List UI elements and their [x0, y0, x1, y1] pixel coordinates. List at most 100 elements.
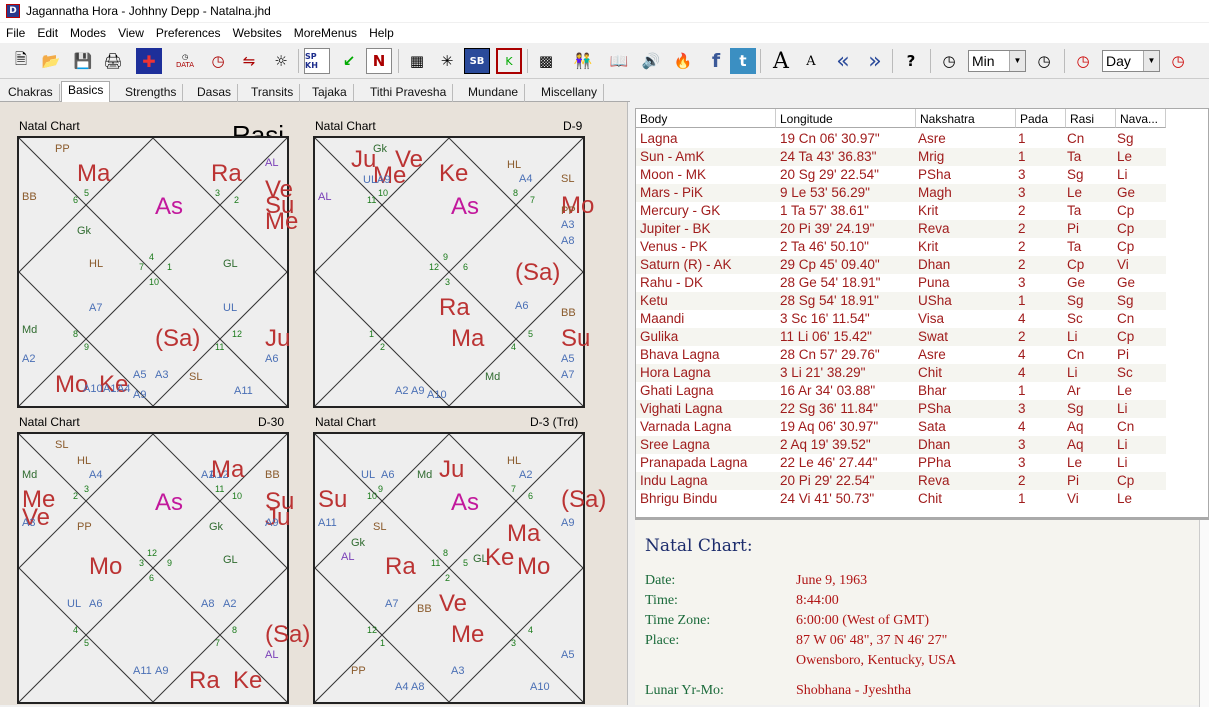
n-icon[interactable]: N	[366, 48, 392, 74]
step-back-clock-icon[interactable]: ◷	[936, 48, 962, 74]
chart-entry: 11	[215, 342, 225, 352]
k-box-icon[interactable]: K	[496, 48, 522, 74]
col-header-longitude[interactable]: Longitude	[776, 109, 916, 128]
trimsamsa-chart[interactable]: SL HL A4 Md 2 3 Me Ve A3 As A1 A12 Ma 11 10 BB Su Ju A9 PP G…	[17, 432, 310, 704]
tab-strengths[interactable]: Strengths	[119, 84, 184, 102]
table-row[interactable]: Bhava Lagna 28 Cn 57' 29.76" Asre 4 Cn Pi	[636, 346, 1166, 364]
facebook-icon[interactable]: f	[703, 48, 729, 74]
people-icon[interactable]: 👫	[570, 48, 596, 74]
time-step-select[interactable]: Min ▼	[968, 50, 1026, 72]
person-sound-icon[interactable]: 🔊	[638, 48, 664, 74]
font-larger-icon[interactable]: A	[768, 48, 794, 74]
navamsa-chart[interactable]: Gk Ju Ve Me UL A9 10 11 AL Ke As HL A4 8 7 SL Mo PP A3 A8 12…	[313, 136, 594, 408]
col-header-navamsa[interactable]: Nava...	[1116, 109, 1166, 128]
menu-moremenus[interactable]: MoreMenus	[288, 26, 363, 40]
chart-entry: 6	[463, 262, 469, 272]
table-cell: 29 Cp 45' 09.40"	[780, 257, 880, 272]
tab-dasas[interactable]: Dasas	[191, 84, 239, 102]
chart-entry: Gk	[351, 537, 366, 549]
table-row[interactable]: Ketu 28 Sg 54' 18.91" USha 1 Sg Sg	[636, 292, 1166, 310]
table-row[interactable]: Moon - MK 20 Sg 29' 22.54" PSha 3 Sg Li	[636, 166, 1166, 184]
prev-double-icon[interactable]: «	[830, 48, 856, 74]
pane-splitter[interactable]	[627, 102, 635, 705]
chart-icon[interactable]: ✚	[136, 48, 162, 74]
table-row[interactable]: Hora Lagna 3 Li 21' 38.29" Chit 4 Li Sc	[636, 364, 1166, 382]
table-row[interactable]: Pranapada Lagna 22 Le 46' 27.44" PPha 3 Le Li	[636, 454, 1166, 472]
menu-view[interactable]: View	[112, 26, 150, 40]
open-folder-icon[interactable]: 📂	[38, 48, 64, 74]
chart-entry: 4	[73, 625, 79, 635]
table-cell: 28 Sg 54' 18.91"	[780, 293, 879, 308]
table-cell: 11 Li 06' 15.42"	[780, 329, 872, 344]
tab-tithi-pravesha[interactable]: Tithi Pravesha	[364, 84, 454, 102]
rasi-chart[interactable]: PP Ma 5 6 BB As Ra 3 2 AL Ve Su Me Gk HL 7 4 1 10 GL A7 UL Md 8…	[17, 136, 298, 408]
tab-miscellany[interactable]: Miscellany	[535, 84, 605, 102]
table-cell: Dhan	[918, 257, 951, 272]
menu-file[interactable]: File	[0, 26, 31, 40]
compass-icon[interactable]: ☼	[268, 48, 294, 74]
transit-back-clock-icon[interactable]: ◷	[1070, 48, 1096, 74]
menu-help[interactable]: Help	[363, 26, 400, 40]
table-row[interactable]: Sree Lagna 2 Aq 19' 39.52" Dhan 3 Aq Li	[636, 436, 1166, 454]
table-row[interactable]: Vighati Lagna 22 Sg 36' 11.84" PSha 3 Sg Li	[636, 400, 1166, 418]
help-icon[interactable]: ?	[898, 48, 924, 74]
table-row[interactable]: Lagna 19 Cn 06' 30.97" Asre 1 Cn Sg	[636, 130, 1166, 148]
col-header-nakshatra[interactable]: Nakshatra	[916, 109, 1016, 128]
sp-kh-icon[interactable]: SP KH	[304, 48, 330, 74]
table-row[interactable]: Mars - PiK 9 Le 53' 56.29" Magh 3 Le Ge	[636, 184, 1166, 202]
chart-entry: Ma	[211, 456, 245, 483]
chart-entry: 8	[443, 548, 449, 558]
menu-preferences[interactable]: Preferences	[150, 26, 227, 40]
menu-edit[interactable]: Edit	[31, 26, 64, 40]
table-cell: 24 Ta 43' 36.83"	[780, 149, 877, 164]
table-row[interactable]: Jupiter - BK 20 Pi 39' 24.19" Reva 2 Pi Cp	[636, 220, 1166, 238]
table-row[interactable]: Rahu - DK 28 Ge 54' 18.91" Puna 3 Ge Ge	[636, 274, 1166, 292]
table-row[interactable]: Mercury - GK 1 Ta 57' 38.61" Krit 2 Ta Cp	[636, 202, 1166, 220]
transit-step-select[interactable]: Day ▼	[1102, 50, 1160, 72]
menu-modes[interactable]: Modes	[64, 26, 112, 40]
print-icon[interactable]: 🖨	[100, 48, 126, 74]
fire-icon[interactable]: 🔥	[670, 48, 696, 74]
book-icon[interactable]: 📖	[606, 48, 632, 74]
tab-tajaka[interactable]: Tajaka	[306, 84, 354, 102]
tab-mundane[interactable]: Mundane	[462, 84, 526, 102]
tab-transits[interactable]: Transits	[245, 84, 301, 102]
tab-chakras[interactable]: Chakras	[2, 84, 60, 102]
next-double-icon[interactable]: »	[862, 48, 888, 74]
menu-websites[interactable]: Websites	[227, 26, 288, 40]
new-file-icon[interactable]: 🗎	[8, 48, 34, 74]
col-header-body[interactable]: Body	[636, 109, 776, 128]
twitter-icon[interactable]: t	[730, 48, 756, 74]
arrow-k-icon[interactable]: ↙	[336, 48, 362, 74]
table-row[interactable]: Indu Lagna 20 Pi 29' 22.54" Reva 2 Pi Cp	[636, 472, 1166, 490]
tab-basics[interactable]: Basics	[61, 81, 111, 102]
step-forward-clock-icon[interactable]: ◷	[1031, 48, 1057, 74]
swap-icon[interactable]: ⇋	[236, 48, 262, 74]
transit-forward-clock-icon[interactable]: ◷	[1165, 48, 1191, 74]
drekkana-chart[interactable]: UL A6 Su A11 10 9 Md Ju As HL A2 7 6 (Sa) A9 SL Gk AL Ra 11…	[313, 432, 606, 704]
grid-chart-icon[interactable]: ▦	[404, 48, 430, 74]
info-value: June 9, 1963	[796, 573, 868, 588]
undo-clock-icon[interactable]: ◷	[205, 48, 231, 74]
table-row[interactable]: Varnada Lagna 19 Aq 06' 30.97" Sata 4 Aq Cn	[636, 418, 1166, 436]
table-row[interactable]: Sun - AmK 24 Ta 43' 36.83" Mrig 1 Ta Le	[636, 148, 1166, 166]
info-scrollbar[interactable]	[1199, 520, 1209, 707]
col-header-pada[interactable]: Pada	[1016, 109, 1066, 128]
chart-entry: (Sa)	[265, 621, 311, 648]
font-smaller-icon[interactable]: A	[798, 48, 824, 74]
chart-entry: 5	[528, 329, 534, 339]
table-row[interactable]: Saturn (R) - AK 29 Cp 45' 09.40" Dhan 2 Cp Vi	[636, 256, 1166, 274]
diamond-grid-icon[interactable]: ▩	[533, 48, 559, 74]
table-cell: Chit	[918, 365, 943, 380]
star-burst-icon[interactable]: ✳	[434, 48, 460, 74]
table-row[interactable]: Ghati Lagna 16 Ar 34' 03.88" Bhar 1 Ar Le	[636, 382, 1166, 400]
table-row[interactable]: Bhrigu Bindu 24 Vi 41' 50.73" Chit 1 Vi Le	[636, 490, 1166, 508]
table-cell: Sg	[1067, 293, 1084, 308]
table-row[interactable]: Maandi 3 Sc 16' 11.54" Visa 4 Sc Cn	[636, 310, 1166, 328]
table-row[interactable]: Gulika 11 Li 06' 15.42" Swat 2 Li Cp	[636, 328, 1166, 346]
table-row[interactable]: Venus - PK 2 Ta 46' 50.10" Krit 2 Ta Cp	[636, 238, 1166, 256]
sb-icon[interactable]: SB	[464, 48, 490, 74]
col-header-rasi[interactable]: Rasi	[1066, 109, 1116, 128]
save-icon[interactable]: 💾	[70, 48, 96, 74]
data-clock-icon[interactable]: ◷ DATA	[172, 48, 198, 74]
